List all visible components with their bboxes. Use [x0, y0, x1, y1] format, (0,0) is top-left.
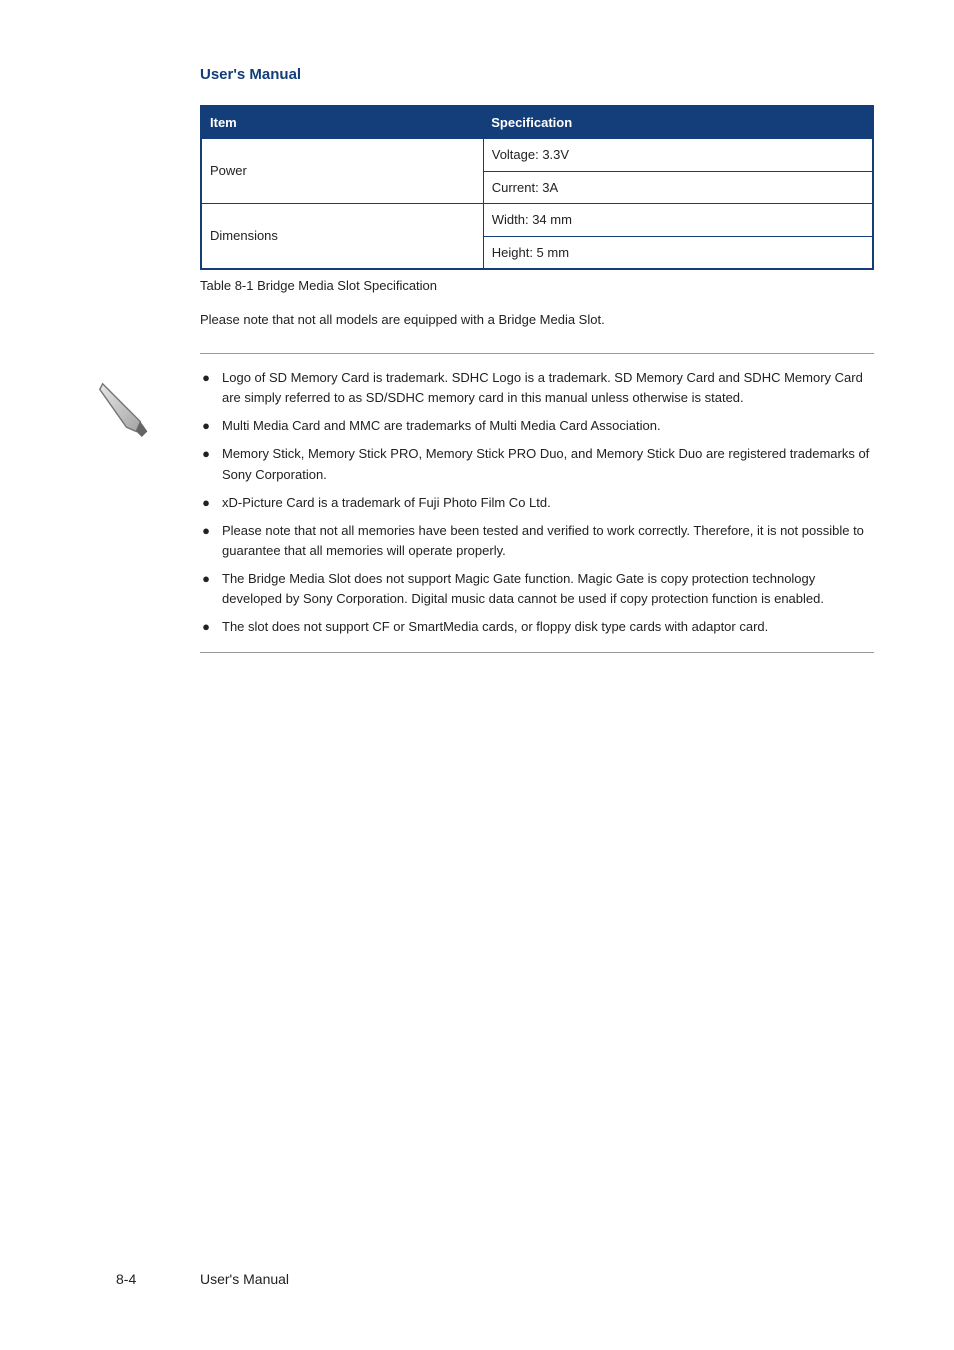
note-text: Logo of SD Memory Card is trademark. SDH…	[222, 368, 874, 408]
table-row: Dimensions Width: 34 mm	[201, 204, 873, 237]
note-text: xD-Picture Card is a trademark of Fuji P…	[222, 493, 551, 513]
note-list: ●Logo of SD Memory Card is trademark. SD…	[200, 354, 874, 652]
cell-spec: Voltage: 3.3V	[483, 139, 873, 172]
footer-manual: User's Manual	[200, 1269, 289, 1290]
pencil-icon	[90, 374, 160, 444]
table-header-row: Item Specification	[201, 106, 873, 139]
cell-spec: Height: 5 mm	[483, 236, 873, 269]
running-header: User's Manual	[200, 64, 874, 87]
note-text: The Bridge Media Slot does not support M…	[222, 569, 874, 609]
page: User's Manual Item Specification Power V…	[0, 0, 954, 1350]
list-item: ●xD-Picture Card is a trademark of Fuji …	[200, 489, 874, 517]
note-text: Multi Media Card and MMC are trademarks …	[222, 416, 661, 436]
list-item: ●The Bridge Media Slot does not support …	[200, 565, 874, 613]
note-text: Memory Stick, Memory Stick PRO, Memory S…	[222, 444, 874, 484]
list-item: ●Logo of SD Memory Card is trademark. SD…	[200, 364, 874, 412]
cell-spec: Width: 34 mm	[483, 204, 873, 237]
list-item: ●Multi Media Card and MMC are trademarks…	[200, 412, 874, 440]
list-item: ●The slot does not support CF or SmartMe…	[200, 613, 874, 641]
list-item: ●Please note that not all memories have …	[200, 517, 874, 565]
inline-note: Please note that not all models are equi…	[200, 310, 874, 330]
col-spec: Specification	[483, 106, 873, 139]
cell-spec: Current: 3A	[483, 171, 873, 204]
table-row: Power Voltage: 3.3V	[201, 139, 873, 172]
list-item: ●Memory Stick, Memory Stick PRO, Memory …	[200, 440, 874, 488]
table-body: Power Voltage: 3.3V Current: 3A Dimensio…	[201, 139, 873, 270]
page-number: 8-4	[116, 1269, 136, 1290]
note-text: Please note that not all memories have b…	[222, 521, 874, 561]
spec-table: Item Specification Power Voltage: 3.3V C…	[200, 105, 874, 271]
note-text: The slot does not support CF or SmartMed…	[222, 617, 768, 637]
note-block: ●Logo of SD Memory Card is trademark. SD…	[200, 353, 874, 653]
cell-label: Dimensions	[201, 204, 483, 270]
table-caption: Table 8-1 Bridge Media Slot Specificatio…	[200, 276, 874, 296]
cell-label: Power	[201, 139, 483, 204]
col-item: Item	[201, 106, 483, 139]
